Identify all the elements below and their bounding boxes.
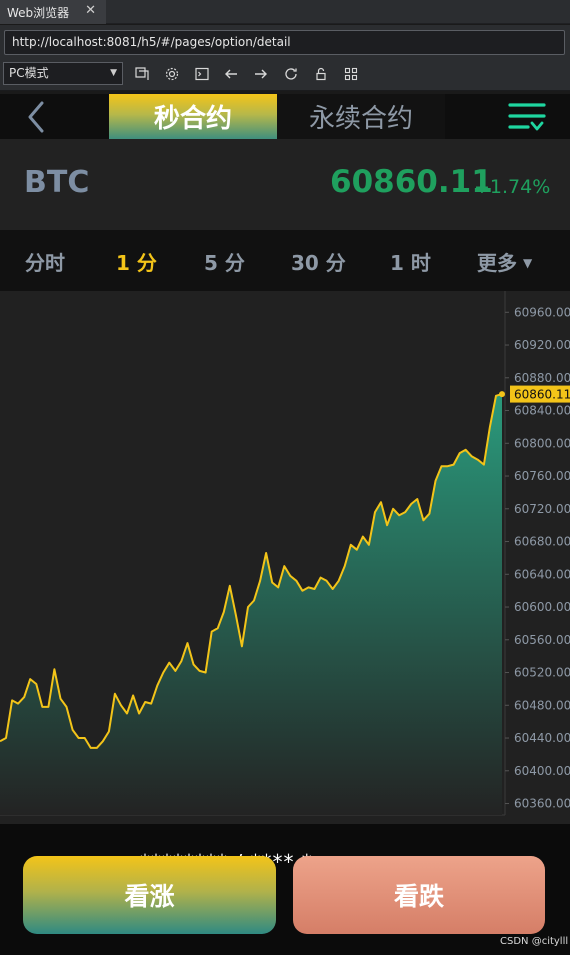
device-mode-select[interactable]: PC模式 ▼ xyxy=(3,62,123,85)
y-tick-label: 60920.00 xyxy=(514,338,570,352)
y-tick-label: 60360.00 xyxy=(514,797,570,811)
price-change-percent: +1.74% xyxy=(474,176,551,198)
tab-perpetual-contract[interactable]: 永续合约 xyxy=(277,94,445,139)
y-tick-label: 60600.00 xyxy=(514,600,570,614)
terminal-icon[interactable] xyxy=(193,65,211,83)
y-tick-label: 60640.00 xyxy=(514,567,570,581)
y-tick-label: 60960.00 xyxy=(514,305,570,319)
y-tick-label: 60440.00 xyxy=(514,731,570,745)
interval-timeshare[interactable]: 分时 xyxy=(25,247,65,276)
app-header: 秒合约 永续合约 xyxy=(0,94,570,139)
forward-arrow-icon[interactable] xyxy=(252,65,270,83)
y-tick-label: 60400.00 xyxy=(514,764,570,778)
last-price-dot xyxy=(499,391,505,398)
price-chart-svg: 60960.00 60920.00 60880.00 60840.00 60800.00… xyxy=(0,291,570,816)
filter-menu-icon[interactable] xyxy=(508,100,546,134)
browser-tab-bar: Web浏览器 ✕ xyxy=(0,0,570,24)
screenshot-icon[interactable] xyxy=(133,65,151,83)
interval-1min[interactable]: 1 分 xyxy=(116,247,157,276)
buy-down-button[interactable]: 看跌 xyxy=(293,856,545,934)
address-bar-container: http://localhost:8081/h5/#/pages/option/… xyxy=(0,25,570,59)
interval-more[interactable]: 更多 ▼ xyxy=(477,247,532,276)
bottom-action-bar: ******** / **** * 看涨 看跌 xyxy=(0,824,570,955)
interval-5min[interactable]: 5 分 xyxy=(204,247,245,276)
y-axis-ticks: 60960.00 60920.00 60880.00 60840.00 60800.00… xyxy=(505,305,570,811)
price-chart[interactable]: 60960.00 60920.00 60880.00 60840.00 60800.00… xyxy=(0,291,570,824)
y-tick-label: 60480.00 xyxy=(514,698,570,712)
lock-icon[interactable] xyxy=(312,65,330,83)
ticker-row: BTC 60860.11 +1.74% xyxy=(0,139,570,230)
chevron-down-icon: ▼ xyxy=(110,68,117,78)
y-tick-label: 60680.00 xyxy=(514,535,570,549)
y-tick-label: 60840.00 xyxy=(514,404,570,418)
interval-30min[interactable]: 30 分 xyxy=(291,247,346,276)
browser-toolbar: PC模式 ▼ xyxy=(0,59,570,91)
y-tick-label: 60760.00 xyxy=(514,469,570,483)
interval-1hour[interactable]: 1 时 xyxy=(390,247,431,276)
back-arrow-icon[interactable] xyxy=(222,65,240,83)
browser-tab[interactable]: Web浏览器 ✕ xyxy=(0,0,106,24)
device-mode-value: PC模式 xyxy=(9,66,49,80)
last-price-marker: 60860.11 xyxy=(499,385,570,403)
watermark: CSDN @citylll xyxy=(500,936,569,947)
symbol-label: BTC xyxy=(24,165,90,200)
y-tick-label: 60800.00 xyxy=(514,436,570,450)
y-tick-label: 60520.00 xyxy=(514,666,570,680)
tab-second-contract[interactable]: 秒合约 xyxy=(109,94,277,139)
buy-up-button[interactable]: 看涨 xyxy=(23,856,276,934)
y-tick-label: 60720.00 xyxy=(514,502,570,516)
close-tab-icon[interactable]: ✕ xyxy=(85,3,96,18)
y-tick-label: 60560.00 xyxy=(514,633,570,647)
qrcode-icon[interactable] xyxy=(342,65,360,83)
browser-tab-title: Web浏览器 xyxy=(7,5,70,20)
settings-icon[interactable] xyxy=(163,65,181,83)
current-price: 60860.11 xyxy=(330,164,493,200)
interval-tabs: 分时 1 分 5 分 30 分 1 时 更多 ▼ xyxy=(0,230,570,291)
refresh-icon[interactable] xyxy=(282,65,300,83)
back-chevron-icon[interactable] xyxy=(25,100,55,134)
caret-down-icon: ▼ xyxy=(523,256,533,270)
address-bar[interactable]: http://localhost:8081/h5/#/pages/option/… xyxy=(4,30,565,55)
last-price-label: 60860.11 xyxy=(514,388,570,402)
y-tick-label: 60880.00 xyxy=(514,371,570,385)
